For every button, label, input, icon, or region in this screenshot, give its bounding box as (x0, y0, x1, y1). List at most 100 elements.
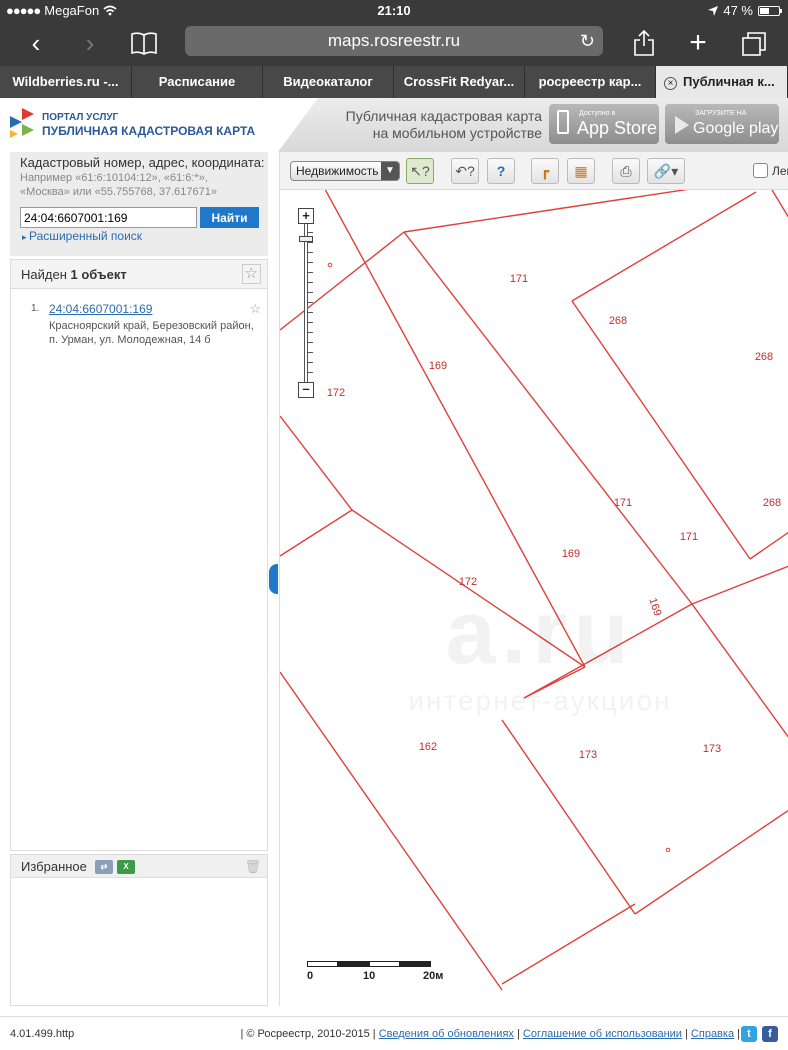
favorites-header: Избранное ⇄ X 🗑 (10, 854, 268, 878)
parcel-label: 172 (327, 387, 345, 399)
result-number: 1. (31, 303, 40, 314)
search-button[interactable]: Найти (200, 207, 259, 228)
info-tool-button[interactable]: ? (487, 158, 515, 184)
brand-top: ПОРТАЛ УСЛУГ (42, 112, 119, 123)
zoom-tick (307, 242, 313, 243)
zoom-out-button[interactable]: – (298, 382, 314, 398)
tab-wildberries[interactable]: Wildberries.ru -... (0, 66, 132, 98)
zoom-tick (307, 352, 313, 353)
parcel-label: 171 (614, 497, 632, 509)
sidebar-collapse-handle[interactable] (269, 564, 278, 594)
tab-crossfit[interactable]: CrossFit Redyar... (394, 66, 525, 98)
parcel-label: 162 (419, 741, 437, 753)
results-count: 1 объект (70, 267, 127, 282)
googleplay-small: ЗАГРУЗИТЕ НА (695, 110, 747, 117)
favorites-label: Избранное (21, 859, 87, 874)
clock: 21:10 (377, 3, 411, 18)
scale-segment (400, 961, 431, 967)
parcel-label: 268 (755, 351, 773, 363)
footer-separator: | (516, 1028, 520, 1040)
appstore-button[interactable]: Доступно в App Store (549, 104, 659, 144)
googleplay-button[interactable]: ЗАГРУЗИТЕ НА Google play (665, 104, 779, 144)
tab-video-catalog[interactable]: Видеокаталог (263, 66, 394, 98)
trash-icon[interactable]: 🗑 (244, 859, 261, 875)
parcel-label: 169 (562, 548, 580, 560)
ruler-tool-button[interactable]: ┏ (531, 158, 559, 184)
identify-tool-button[interactable]: ↖? (406, 158, 434, 184)
layer-select[interactable]: Недвижимость ▼ (290, 161, 400, 181)
results-prefix: Найден (21, 267, 67, 282)
zoom-tick (307, 372, 313, 373)
mobile-promo-line1: Публичная кадастровая карта (345, 108, 542, 124)
watermark: a.ru интернет-аукцион (330, 582, 750, 717)
zoom-tick (307, 322, 313, 323)
zoom-tick (307, 312, 313, 313)
boundary-line (280, 509, 353, 557)
boundary-line (571, 300, 751, 560)
excel-export-icon[interactable]: X (117, 860, 135, 874)
export-icon[interactable]: ⇄ (95, 860, 113, 874)
new-tab-icon[interactable]: + (682, 28, 714, 60)
star-icon[interactable]: ☆ (241, 264, 261, 284)
forward-icon[interactable]: › (74, 28, 106, 60)
location-icon (708, 5, 719, 16)
zoom-tick (307, 232, 313, 233)
portal-logo[interactable] (10, 108, 34, 140)
boundary-line (634, 809, 788, 915)
scale-segment (338, 961, 369, 967)
url-text: maps.rosreestr.ru (327, 31, 461, 50)
tab-schedule[interactable]: Расписание (132, 66, 263, 98)
advanced-search-link[interactable]: Расширенный поиск (22, 229, 142, 243)
measure-tool-button[interactable]: ↶? (451, 158, 479, 184)
tab-public-map[interactable]: × Публичная к... (656, 66, 788, 98)
zoom-track[interactable] (304, 224, 308, 382)
play-icon (675, 116, 689, 134)
boundary-line (280, 671, 503, 991)
favorite-star-icon[interactable]: ☆ (249, 301, 261, 317)
url-bar[interactable]: maps.rosreestr.ru ↻ (185, 26, 603, 56)
zoom-tick (307, 342, 313, 343)
print-button[interactable]: ⎙ (612, 158, 640, 184)
boundary-line (749, 531, 788, 560)
scale-segment (307, 961, 338, 967)
zoom-in-button[interactable]: + (298, 208, 314, 224)
back-icon[interactable]: ‹ (20, 28, 52, 60)
zoom-slider[interactable]: + – (298, 208, 314, 398)
legend-checkbox[interactable] (753, 163, 768, 178)
brand-title[interactable]: ПУБЛИЧНАЯ КАДАСТРОВАЯ КАРТА (42, 124, 255, 138)
twitter-icon[interactable]: t (741, 1026, 757, 1042)
area-tool-button[interactable]: ▦ (567, 158, 595, 184)
terms-link[interactable]: Соглашение об использовании (523, 1028, 682, 1040)
bookmarks-icon[interactable] (128, 28, 160, 60)
tab-rosreestr-search[interactable]: росреестр кар... (525, 66, 656, 98)
boundary-line (771, 190, 788, 218)
search-panel: Кадастровый номер, адрес, координата: На… (10, 152, 268, 256)
tabs-overview-icon[interactable] (738, 28, 770, 60)
zoom-tick (307, 282, 313, 283)
search-hint: Например «61:6:10104:12», «61:6:*», «Мос… (20, 172, 217, 198)
boundary-line (571, 191, 757, 302)
house-question-icon: ? (496, 163, 506, 179)
close-tab-icon[interactable]: × (664, 77, 677, 90)
updates-link[interactable]: Сведения об обновлениях (379, 1028, 514, 1040)
boundary-line (501, 903, 636, 985)
footer: 4.01.499.http | © Росреестр, 2010-2015 |… (0, 1016, 788, 1050)
reload-icon[interactable]: ↻ (580, 26, 595, 56)
tab-public-map-label: Публичная к... (683, 74, 775, 89)
scale-bar: 0 10 20м (307, 961, 443, 991)
browser-tabs: Wildberries.ru -... Расписание Видеоката… (0, 66, 788, 98)
facebook-icon[interactable]: f (762, 1026, 778, 1042)
printer-icon: ⎙ (620, 163, 632, 179)
scale-label-20: 20м (423, 970, 444, 982)
curve-question-icon: ↶? (455, 163, 475, 179)
search-input[interactable] (20, 207, 197, 228)
help-link[interactable]: Справка (691, 1028, 734, 1040)
parcel-label: 173 (703, 743, 721, 755)
search-label: Кадастровый номер, адрес, координата: (20, 155, 265, 170)
zoom-tick (307, 302, 313, 303)
legend-label: Лег (772, 164, 788, 178)
link-button[interactable]: 🔗▾ (647, 158, 685, 184)
share-icon[interactable] (628, 28, 660, 60)
screen: ●●●●● MegaFon 21:10 47 % ‹ › maps.rosree… (0, 0, 788, 1050)
result-cadastral-link[interactable]: 24:04:6607001:169 (49, 302, 152, 316)
